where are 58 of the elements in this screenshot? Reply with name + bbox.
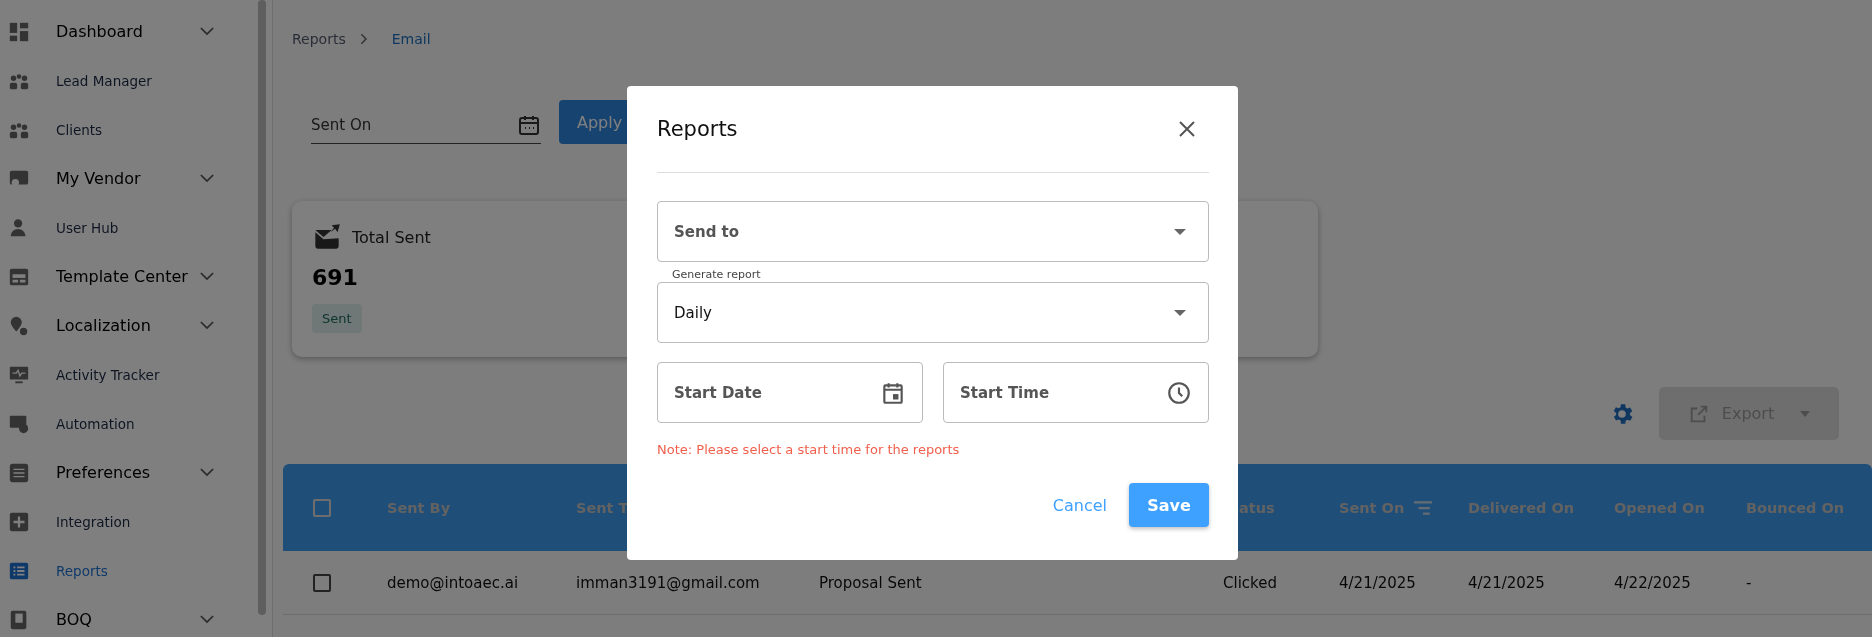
sidebar-item[interactable]: BOQ — [0, 595, 258, 637]
table-cell: 4/22/2025 — [1614, 573, 1691, 592]
start-date-input[interactable]: Start Date — [674, 383, 880, 402]
caret-down-icon — [1174, 228, 1186, 235]
plus-icon — [8, 510, 30, 533]
caret-down-icon — [1800, 410, 1811, 417]
sort-icon[interactable] — [1414, 498, 1433, 517]
envelope-icon — [312, 223, 342, 251]
caret-down-icon — [1174, 309, 1186, 316]
sidebar-item[interactable]: Automation — [0, 399, 258, 448]
chevron-down-icon — [200, 468, 214, 477]
chevron-down-icon — [200, 321, 214, 330]
map-pin-icon — [8, 314, 30, 337]
sidebar-item[interactable]: Preferences — [0, 448, 258, 497]
breadcrumb-link[interactable]: Reports — [292, 31, 346, 47]
chevron-down-icon — [200, 272, 214, 281]
send-to-input[interactable]: Send to — [674, 222, 1174, 241]
sidebar-item[interactable]: Template Center — [0, 252, 258, 301]
chevron-down-icon — [200, 174, 214, 183]
start-time-field[interactable]: Start Time — [943, 362, 1209, 423]
sidebar-item[interactable]: Localization — [0, 301, 258, 350]
table-cell: 4/21/2025 — [1339, 573, 1416, 592]
save-button[interactable]: Save — [1129, 483, 1209, 527]
sidebar-item[interactable]: My Vendor — [0, 154, 258, 203]
calendar-icon — [517, 113, 541, 137]
sidebar-item[interactable]: Lead Manager — [0, 56, 258, 105]
sidebar-item[interactable]: Integration — [0, 497, 258, 546]
scrollbar[interactable] — [258, 0, 266, 615]
table-cell: Proposal Sent — [819, 573, 922, 592]
sidebar-item[interactable]: Reports — [0, 546, 258, 595]
sliders-icon — [8, 461, 30, 484]
chevron-down-icon — [200, 615, 214, 624]
sidebar-item[interactable]: Clients — [0, 105, 258, 154]
dashboard-icon — [8, 20, 30, 43]
sidebar-item[interactable]: Activity Tracker — [0, 350, 258, 399]
status-tag: Sent — [312, 304, 362, 333]
table-cell: 4/21/2025 — [1468, 573, 1545, 592]
table-cell: - — [1746, 573, 1752, 592]
card-title: Total Sent — [352, 227, 431, 247]
cancel-button[interactable]: Cancel — [1048, 487, 1111, 523]
table-cell: demo@intoaec.ai — [387, 573, 519, 592]
sidebar-item[interactable]: Dashboard — [0, 7, 258, 56]
start-time-input[interactable]: Start Time — [960, 383, 1166, 402]
table-cell: Clicked — [1223, 573, 1277, 592]
date-field[interactable]: Sent On — [311, 107, 541, 144]
generate-report-select[interactable]: Daily — [657, 282, 1209, 343]
clock-icon — [1166, 379, 1192, 406]
sidebar-item[interactable]: User Hub — [0, 203, 258, 252]
stat-value: 691 — [312, 265, 358, 290]
report-frequency-input[interactable]: Daily — [674, 303, 1174, 322]
send-to-select[interactable]: Send to — [657, 201, 1209, 262]
note-text: Note: Please select a start time for the reports — [657, 442, 961, 457]
checkbox[interactable] — [313, 573, 331, 592]
table-cell: imman3191@gmail.com — [576, 573, 760, 592]
breadcrumb-link[interactable]: Email — [391, 31, 431, 47]
date-input[interactable]: Sent On — [311, 116, 517, 134]
chevron-down-icon — [200, 27, 214, 36]
start-date-field[interactable]: Start Date — [657, 362, 923, 423]
